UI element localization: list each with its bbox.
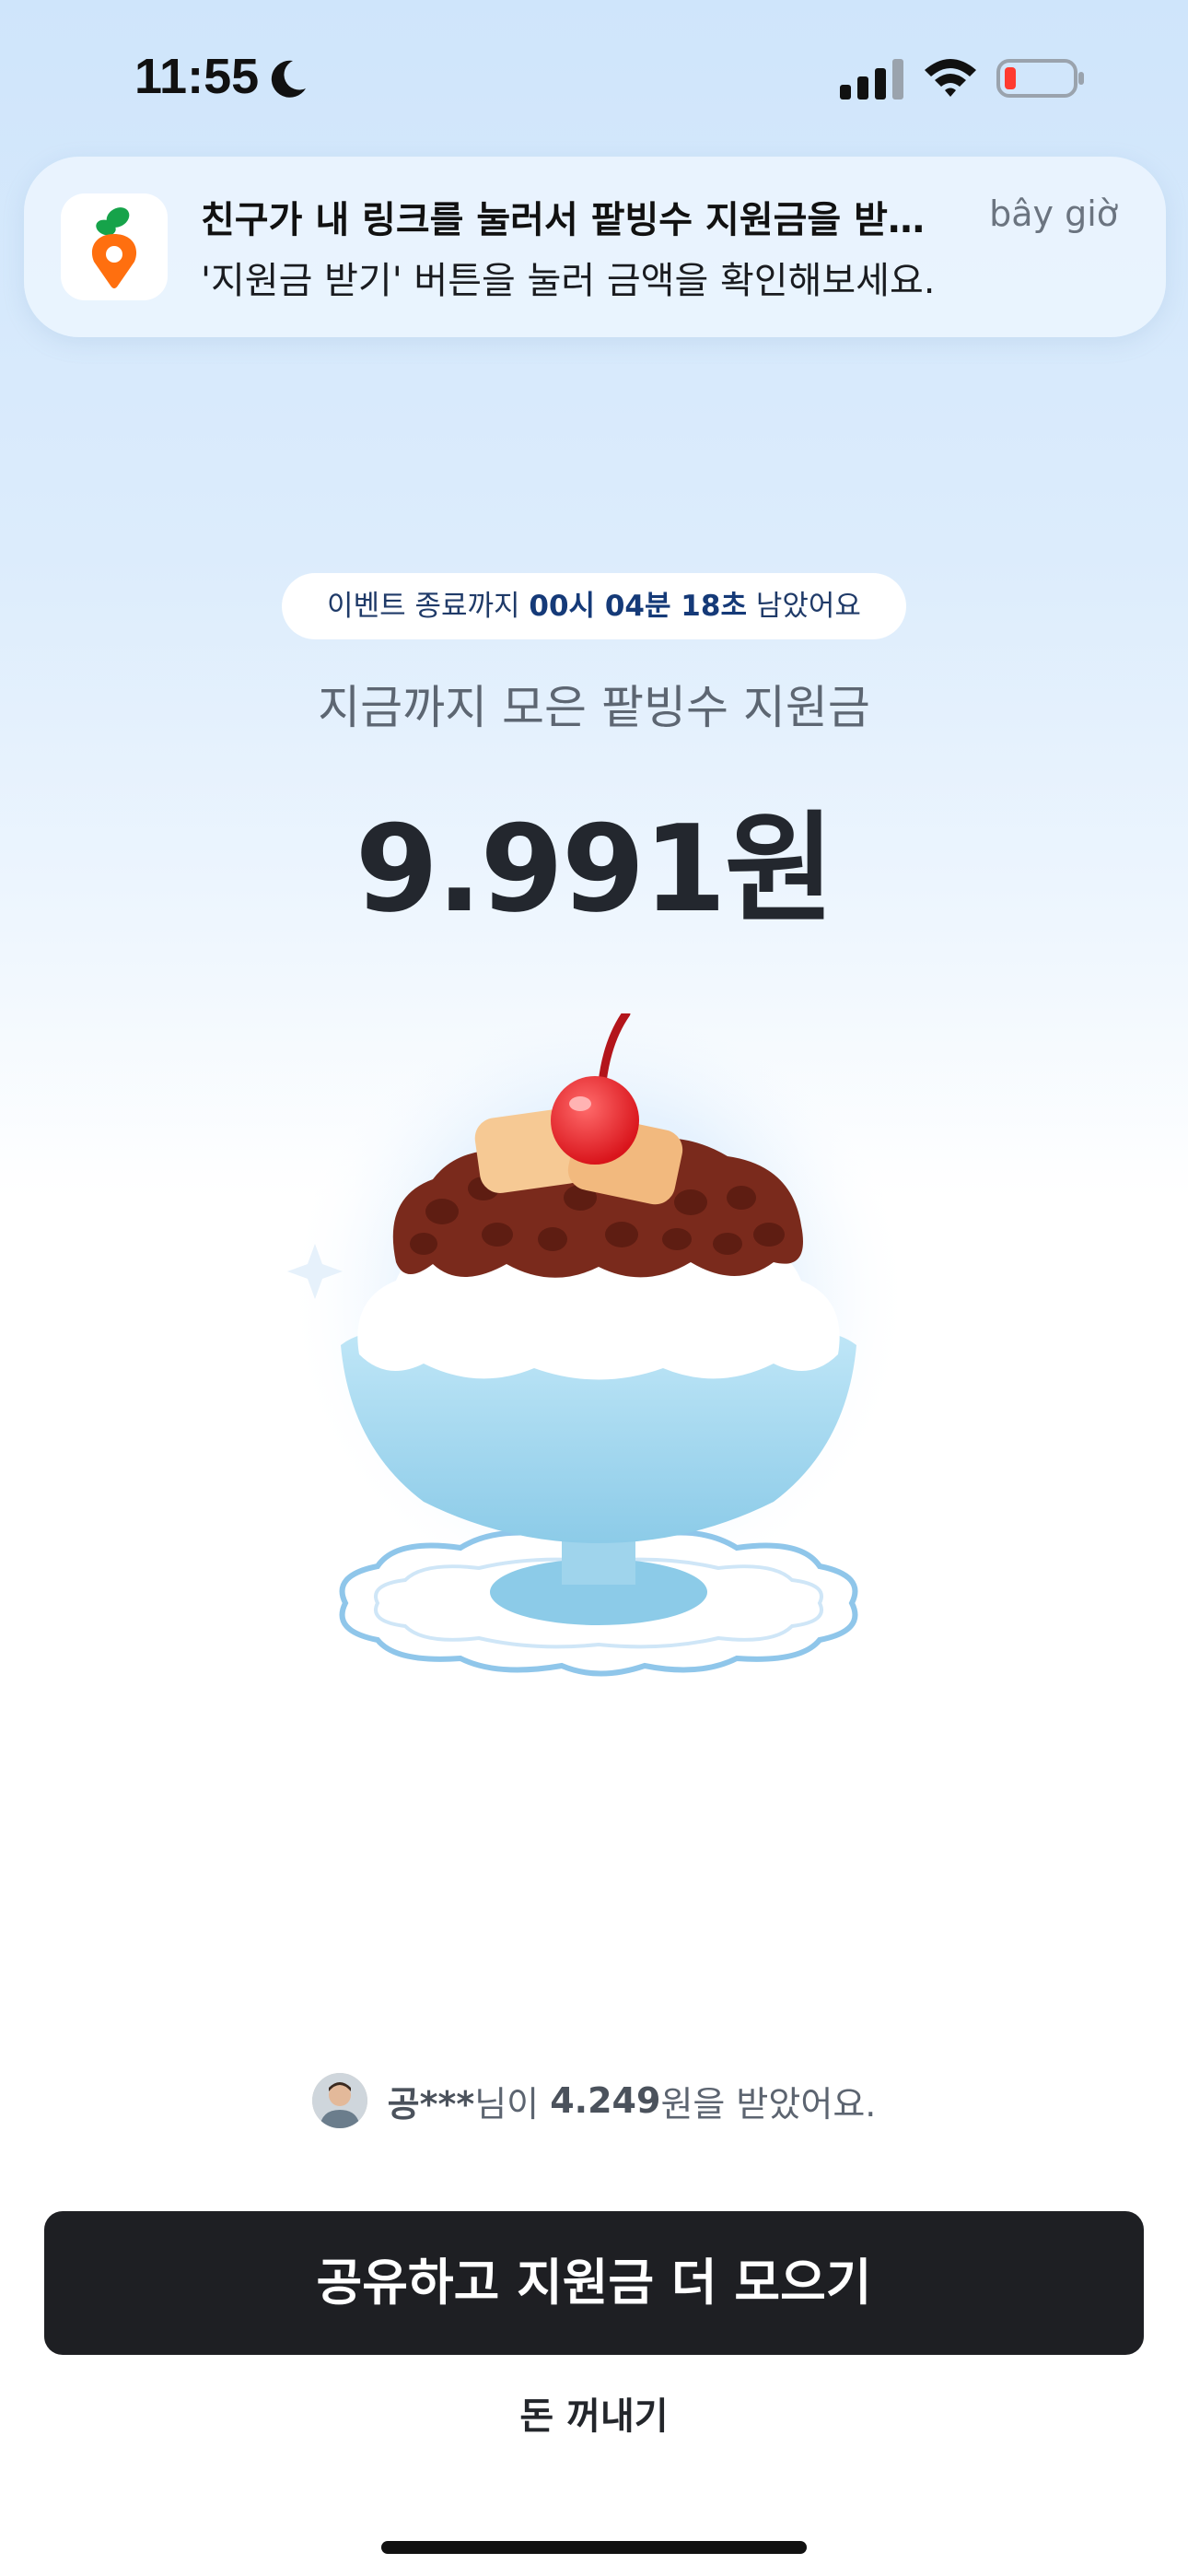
notification-body: '지원금 받기' 버튼을 눌러 금액을 확인해보세요. — [201, 260, 936, 302]
collected-subtitle: 지금까지 모은 팥빙수 지원금 — [318, 681, 870, 734]
status-bar: 11:55 — [0, 0, 1188, 157]
carrot-logo-icon — [91, 207, 137, 288]
push-notification-banner[interactable]: 친구가 내 링크를 눌러서 팥빙수 지원금을 받… bây giờ '지원금 받… — [24, 157, 1166, 337]
notification-title: 친구가 내 링크를 눌러서 팥빙수 지원금을 받… — [201, 199, 925, 241]
withdraw-money-link[interactable]: 돈 꺼내기 — [0, 2386, 1188, 2440]
moon-icon — [271, 60, 306, 98]
notification-time: bây giờ — [989, 193, 1118, 234]
timer-suffix: 남았어요 — [755, 590, 861, 623]
status-time: 11:55 — [134, 49, 260, 104]
battery-icon — [996, 59, 1084, 98]
app-icon — [61, 193, 168, 300]
recent-receiver-message: 공*** 님이 4.249 원을 받았어요. — [0, 2071, 1188, 2130]
receiver-middle: 님이 — [474, 2083, 540, 2125]
timer-remaining: 00시 04분 18초 — [529, 590, 747, 623]
receiver-amount: 4.249 — [550, 2080, 661, 2121]
user-avatar-icon — [311, 2073, 367, 2128]
share-collect-more-button[interactable]: 공유하고 지원금 더 모으기 — [44, 2211, 1144, 2355]
receiver-name: 공*** — [387, 2083, 475, 2125]
receiver-suffix: 원을 받았어요. — [660, 2083, 877, 2125]
home-indicator[interactable] — [381, 2541, 807, 2554]
cellular-signal-icon — [840, 59, 903, 100]
event-timer-badge: 이벤트 종료까지 00시 04분 18초 남았어요 — [282, 573, 906, 639]
timer-prefix: 이벤트 종료까지 — [327, 590, 520, 623]
avatar — [311, 2073, 367, 2128]
collected-amount: 9.991원 — [355, 799, 835, 939]
wifi-icon — [925, 59, 976, 97]
patbingsu-illustration — [285, 1013, 912, 1677]
